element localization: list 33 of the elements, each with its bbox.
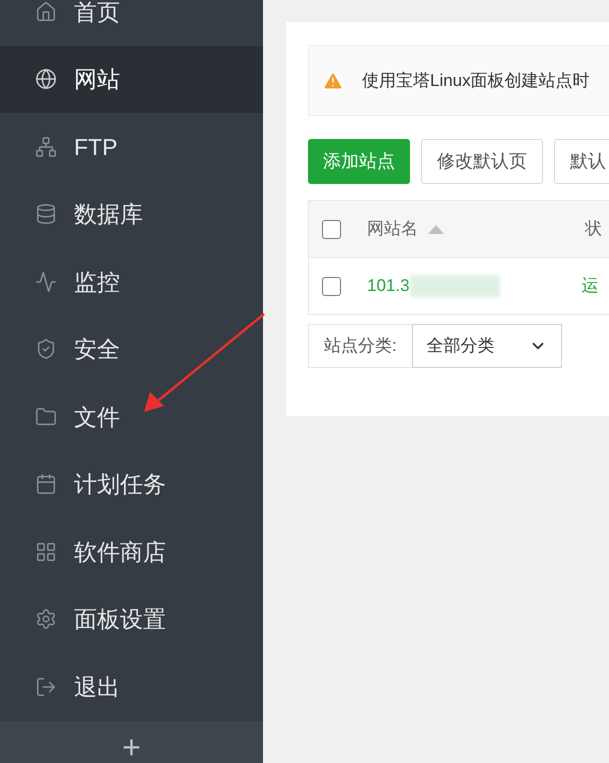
alert-text: 使用宝塔Linux面板创建站点时 (362, 70, 590, 92)
chart-icon (35, 270, 57, 293)
sidebar-item[interactable]: 数据库 (0, 180, 263, 248)
add-button[interactable]: + (0, 720, 263, 763)
home-icon (35, 0, 57, 23)
settings-icon (35, 608, 57, 630)
category-select[interactable]: 全部分类 (412, 324, 562, 368)
checkbox[interactable] (322, 220, 341, 238)
toolbar-button[interactable]: 修改默认页 (421, 139, 543, 184)
logout-icon (35, 676, 57, 698)
shield-icon (35, 338, 57, 360)
folder-icon (35, 406, 57, 428)
sidebar-item[interactable]: 退出 (0, 653, 263, 720)
sidebar-item[interactable]: 面板设置 (0, 586, 263, 653)
database-icon (35, 203, 57, 226)
sidebar-item[interactable]: FTP (0, 113, 263, 180)
sidebar-item[interactable]: 软件商店 (0, 518, 263, 586)
column-header[interactable]: 网站名 (367, 216, 418, 242)
sidebar-item[interactable]: 监控 (0, 248, 263, 316)
sidebar-item[interactable]: 首页 (0, 0, 263, 46)
filter-label: 站点分类: (308, 324, 412, 368)
sidebar-item[interactable]: 计划任务 (0, 450, 263, 518)
status-text: 运 (582, 275, 599, 298)
sidebar-item[interactable]: 文件 (0, 383, 263, 450)
globe-icon (35, 68, 57, 90)
checkbox[interactable] (322, 276, 341, 296)
calendar-icon (35, 473, 57, 496)
network-icon (35, 136, 57, 158)
sidebar-item[interactable]: 网站 (0, 46, 263, 113)
sidebar-item[interactable]: 安全 (0, 316, 263, 383)
toolbar-button[interactable]: 默认 (554, 139, 609, 184)
column-header[interactable]: 状 (585, 216, 602, 242)
grid-icon (35, 540, 57, 563)
